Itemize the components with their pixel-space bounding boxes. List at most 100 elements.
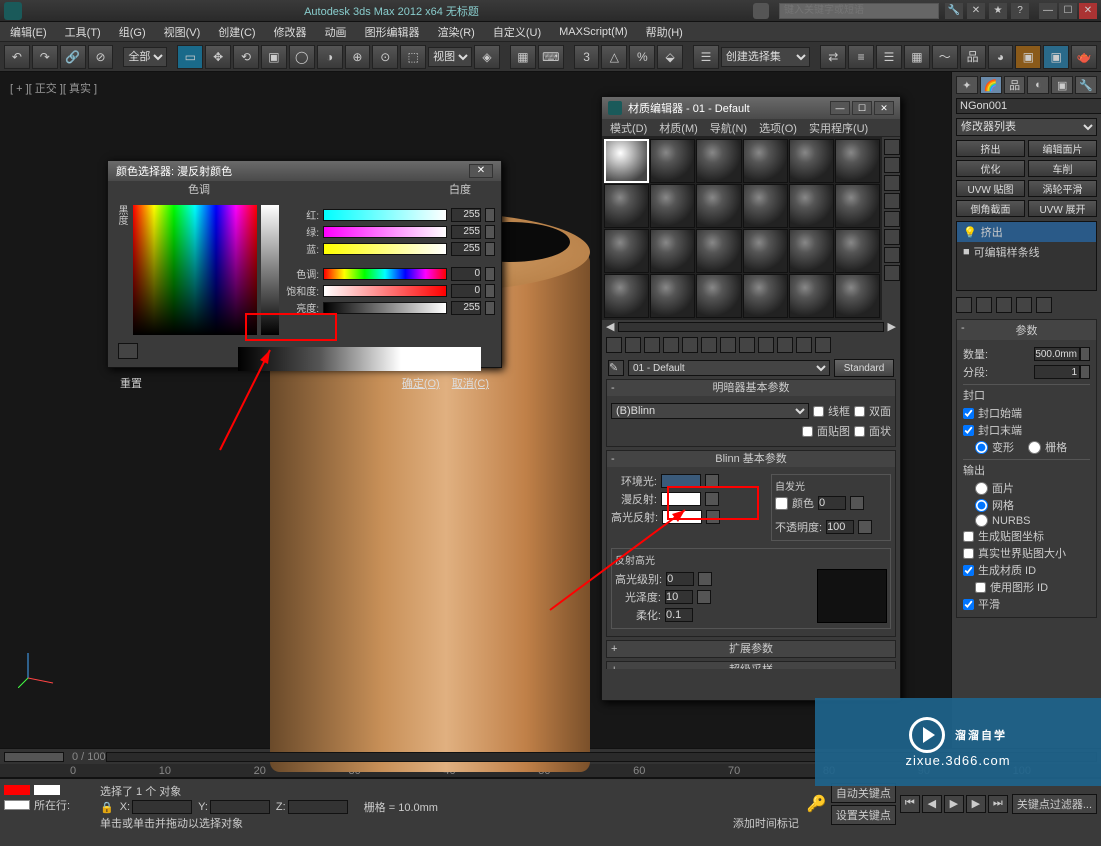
backlight-icon[interactable] (884, 157, 900, 173)
menu-group[interactable]: 组(G) (119, 24, 146, 40)
tab-create-icon[interactable]: ✦ (956, 76, 978, 94)
go-sibling-icon[interactable] (815, 337, 831, 353)
select-rotate-icon[interactable]: ⟲ (233, 45, 259, 69)
scroll-right-icon[interactable]: ▶ (888, 320, 896, 333)
lasso-icon[interactable]: ◯ (289, 45, 315, 69)
mat-slot[interactable] (835, 229, 880, 273)
cp-cancel-button[interactable]: 取消(C) (452, 375, 489, 391)
cp-ok-button[interactable]: 确定(O) (402, 375, 440, 391)
show-end-result-icon[interactable] (777, 337, 793, 353)
copy-mat-icon[interactable] (682, 337, 698, 353)
rollout-shader-head[interactable]: -明暗器基本参数 (607, 380, 895, 396)
spinner-snap-icon[interactable]: ⬙ (657, 45, 683, 69)
mat-slot[interactable] (696, 274, 741, 318)
cp-reset-button[interactable]: 重置 (120, 375, 142, 391)
get-mat-icon[interactable] (606, 337, 622, 353)
faceted-check[interactable] (854, 426, 865, 437)
twoside-check[interactable] (854, 406, 865, 417)
shapeid-check[interactable] (975, 582, 986, 593)
help-icon[interactable]: 🔧 (945, 3, 963, 19)
select-by-mat-icon[interactable] (884, 247, 900, 263)
mat-slot[interactable] (835, 184, 880, 228)
tab-modify-icon[interactable]: 🌈 (980, 76, 1002, 94)
btn-bevelprofile[interactable]: 倒角截面 (956, 200, 1025, 217)
cp-h-input[interactable] (451, 267, 481, 281)
search-input[interactable] (779, 3, 939, 19)
mat-slot[interactable] (604, 274, 649, 318)
assign-mat-icon[interactable] (644, 337, 660, 353)
bg-icon[interactable] (884, 175, 900, 191)
mesh-radio[interactable] (975, 499, 988, 512)
mat-slot[interactable] (835, 274, 880, 318)
cap-end-check[interactable] (963, 425, 974, 436)
grid-radio[interactable] (1028, 441, 1041, 454)
mat-slot[interactable] (835, 139, 880, 183)
tab-utilities-icon[interactable]: 🔧 (1075, 76, 1097, 94)
minimize-button[interactable]: — (1039, 3, 1057, 19)
cp-g-slider[interactable] (323, 226, 447, 238)
scroll-left-icon[interactable]: ◀ (606, 320, 614, 333)
menu-tools[interactable]: 工具(T) (65, 24, 101, 40)
cp-s-slider[interactable] (323, 285, 447, 297)
soften-input[interactable] (665, 608, 693, 622)
pick-icon[interactable]: ✎ (608, 360, 624, 376)
keyboard-icon[interactable]: ⌨ (538, 45, 564, 69)
selection-filter-dropdown[interactable]: 全部 (123, 47, 167, 67)
cp-value-strip[interactable] (261, 205, 279, 335)
close-button[interactable]: ✕ (1079, 3, 1097, 19)
mat-menu-util[interactable]: 实用程序(U) (809, 120, 868, 136)
move-icon[interactable]: ⊕ (345, 45, 371, 69)
rollout-params-head[interactable]: -参数 (957, 320, 1096, 340)
menu-render[interactable]: 渲染(R) (438, 24, 475, 40)
options-icon[interactable] (884, 229, 900, 245)
cp-r-slider[interactable] (323, 209, 447, 221)
unlink-icon[interactable]: ⊘ (88, 45, 114, 69)
reset-mat-icon[interactable] (663, 337, 679, 353)
cp-v-input[interactable] (451, 301, 481, 315)
gloss-map[interactable] (697, 590, 711, 604)
gloss-input[interactable] (665, 590, 693, 604)
render-frame-icon[interactable]: ▣ (1043, 45, 1069, 69)
wire-check[interactable] (813, 406, 824, 417)
cp-title-bar[interactable]: 颜色选择器: 漫反射颜色 ✕ (108, 161, 501, 181)
mat-close-button[interactable]: ✕ (874, 101, 894, 115)
btn-extrude[interactable]: 挤出 (956, 140, 1025, 157)
percent-snap-icon[interactable]: % (629, 45, 655, 69)
mat-menu-options[interactable]: 选项(O) (759, 120, 797, 136)
undo-icon[interactable]: ↶ (4, 45, 30, 69)
lock-icon[interactable]: 🔒 (100, 801, 114, 814)
cp-v-spin[interactable] (485, 301, 495, 315)
mtl-map-icon[interactable] (884, 265, 900, 281)
material-name-dropdown[interactable]: 01 - Default (628, 360, 830, 376)
go-parent-icon[interactable] (796, 337, 812, 353)
pivot-icon[interactable]: ◈ (474, 45, 500, 69)
maximize-button[interactable]: ☐ (1059, 3, 1077, 19)
time-slider-handle[interactable] (4, 752, 64, 762)
y-input[interactable] (210, 800, 270, 814)
modifier-list-dropdown[interactable]: 修改器列表 (956, 118, 1097, 136)
material-editor-icon[interactable]: ◕ (988, 45, 1014, 69)
goto-start-icon[interactable]: ⏮ (900, 795, 920, 813)
modifier-stack[interactable]: 💡挤出 ■可编辑样条线 (956, 221, 1097, 291)
cp-b-slider[interactable] (323, 243, 447, 255)
mat-min-button[interactable]: — (830, 101, 850, 115)
mat-slot[interactable] (696, 184, 741, 228)
specular-map-button[interactable] (706, 510, 720, 524)
config-icon[interactable] (1036, 297, 1052, 313)
mat-slot[interactable] (743, 184, 788, 228)
redo-icon[interactable]: ↷ (32, 45, 58, 69)
smooth-check[interactable] (963, 599, 974, 610)
put-mat-icon[interactable] (625, 337, 641, 353)
mat-slot[interactable] (789, 229, 834, 273)
tab-display-icon[interactable]: ▣ (1051, 76, 1073, 94)
rotate-icon[interactable]: ⊙ (372, 45, 398, 69)
opacity-value[interactable] (826, 520, 854, 534)
scale-icon[interactable]: ⬚ (400, 45, 426, 69)
angle-snap-icon[interactable]: △ (601, 45, 627, 69)
align-icon[interactable]: ≡ (848, 45, 874, 69)
amount-spinner[interactable] (1080, 347, 1090, 361)
sample-type-icon[interactable] (884, 139, 900, 155)
schematic-icon[interactable]: 品 (960, 45, 986, 69)
btn-uvwmap[interactable]: UVW 贴图 (956, 180, 1025, 197)
x-input[interactable] (132, 800, 192, 814)
